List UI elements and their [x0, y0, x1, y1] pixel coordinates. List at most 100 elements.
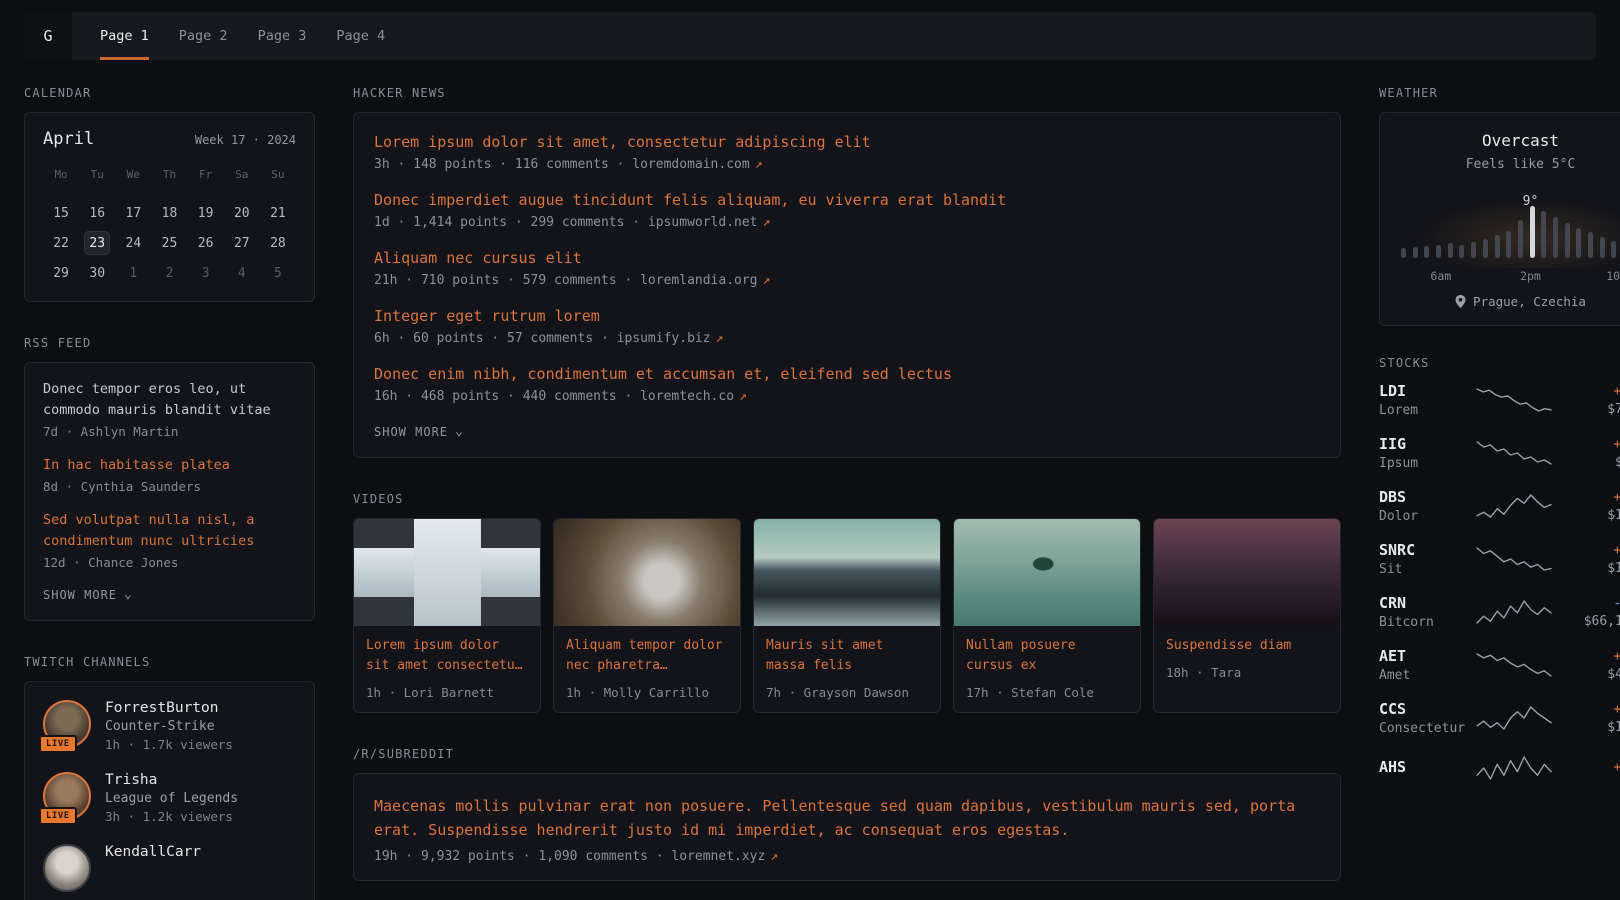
stock-sparkline-chart — [1476, 438, 1554, 468]
stock-row[interactable]: CRN Bitcorn -1.00% $66,171.48 — [1379, 594, 1620, 630]
video-card[interactable]: Nullam posuere cursus ex 17h · Stefan Co… — [953, 518, 1141, 713]
video-thumbnail[interactable] — [1154, 519, 1340, 626]
reddit-post-title[interactable]: Maecenas mollis pulvinar erat non posuer… — [374, 794, 1320, 842]
external-link-icon[interactable]: ↗ — [739, 389, 747, 404]
video-title[interactable]: Suspendisse diam — [1166, 636, 1328, 656]
video-card[interactable]: Mauris sit amet massa felis 7h · Grayson… — [753, 518, 941, 713]
weather-location-text: Prague, Czechia — [1473, 294, 1586, 309]
weather-bar — [1471, 242, 1476, 258]
external-link-icon[interactable]: ↗ — [716, 331, 724, 346]
video-thumbnail[interactable] — [754, 519, 940, 626]
video-title[interactable]: Mauris sit amet massa felis — [766, 636, 928, 676]
weather-feels-like: Feels like 5°C — [1396, 157, 1620, 172]
page-tab[interactable]: Page 1 — [100, 12, 149, 60]
stock-row[interactable]: CCS Consectetur +0.51% $165.84 — [1379, 700, 1620, 736]
twitch-card: LIVE ForrestBurton Counter-Strike 1h · 1… — [24, 681, 315, 900]
rss-heading: RSS FEED — [24, 336, 315, 350]
reddit-post-meta: 19h · 9,932 points · 1,090 comments · lo… — [374, 849, 1320, 864]
video-card[interactable]: Suspendisse diam 18h · Tara — [1153, 518, 1341, 713]
twitch-channel-row[interactable]: KendallCarr — [43, 844, 296, 892]
video-card[interactable]: Lorem ipsum dolor sit amet consectetu… 1… — [353, 518, 541, 713]
stock-symbol: DBS — [1379, 488, 1466, 506]
rss-item-title[interactable]: Sed volutpat nulla nisl, a condimentum n… — [43, 510, 296, 552]
channel-name[interactable]: KendallCarr — [105, 844, 201, 860]
calendar-day-cell: 5 — [260, 259, 296, 287]
calendar-month: April — [43, 129, 94, 149]
stock-change-percent: +2.84% — [1564, 436, 1620, 452]
twitch-channel-row[interactable]: LIVE Trisha League of Legends 3h · 1.2k … — [43, 772, 296, 824]
stock-symbol: AHS — [1379, 758, 1466, 776]
calendar-dow-label: Th — [151, 163, 187, 185]
rss-item-meta: 8d · Cynthia Saunders — [43, 479, 296, 494]
hn-item-title[interactable]: Donec imperdiet augue tincidunt felis al… — [374, 191, 1320, 209]
weather-bar — [1436, 245, 1441, 258]
avatar[interactable]: LIVE — [43, 700, 91, 748]
channel-viewers: 3h · 1.2k viewers — [105, 809, 238, 824]
channel-game: Counter-Strike — [105, 719, 233, 734]
stock-symbol: AET — [1379, 647, 1466, 665]
hn-item-title[interactable]: Integer eget rutrum lorem — [374, 307, 1320, 325]
video-title[interactable]: Aliquam tempor dolor nec pharetra… — [566, 636, 728, 676]
stocks-heading: STOCKS — [1379, 356, 1620, 370]
video-meta: 18h · Tara — [1166, 665, 1328, 680]
calendar-section: CALENDAR April Week 17 · 2024 MoTuWeThFr… — [24, 86, 315, 302]
video-card[interactable]: Aliquam tempor dolor nec pharetra… 1h · … — [553, 518, 741, 713]
weather-bar — [1448, 243, 1453, 258]
video-thumbnail[interactable] — [554, 519, 740, 626]
stock-sparkline-chart — [1476, 703, 1554, 733]
hn-item-meta: 3h · 148 points · 116 comments · loremdo… — [374, 157, 1320, 172]
stock-name: Dolor — [1379, 509, 1466, 524]
channel-name[interactable]: Trisha — [105, 772, 238, 788]
stock-price: $795.18 — [1564, 402, 1620, 417]
calendar-dow-label: Sa — [224, 163, 260, 185]
page-tab[interactable]: Page 2 — [179, 12, 228, 60]
hn-item-title[interactable]: Lorem ipsum dolor sit amet, consectetur … — [374, 133, 1320, 151]
video-thumbnail[interactable] — [354, 519, 540, 626]
hn-show-more-button[interactable]: SHOW MORE ⌄ — [374, 423, 1320, 445]
stock-row[interactable]: AET Amet +0.92% $499.72 — [1379, 647, 1620, 683]
calendar-dow-label: Su — [260, 163, 296, 185]
video-title[interactable]: Nullam posuere cursus ex — [966, 636, 1128, 676]
twitch-channel-row[interactable]: LIVE ForrestBurton Counter-Strike 1h · 1… — [43, 700, 296, 752]
calendar-day-cell: 18 — [151, 199, 187, 227]
app-logo[interactable]: G — [24, 12, 72, 60]
stock-price: $42.04 — [1564, 455, 1620, 470]
hacker-news-heading: HACKER NEWS — [353, 86, 1341, 100]
stock-row[interactable]: LDI Lorem +4.35% $795.18 — [1379, 382, 1620, 418]
stock-row[interactable]: SNRC Sit +1.36% $148.64 — [1379, 541, 1620, 577]
rss-item-title[interactable]: In hac habitasse platea — [43, 455, 296, 476]
hacker-news-card: Lorem ipsum dolor sit amet, consectetur … — [353, 112, 1341, 458]
video-meta: 17h · Stefan Cole — [966, 685, 1128, 700]
avatar[interactable]: LIVE — [43, 772, 91, 820]
stock-price: $156.28 — [1564, 508, 1620, 523]
channel-name[interactable]: ForrestBurton — [105, 700, 233, 716]
rss-item-title[interactable]: Donec tempor eros leo, ut commodo mauris… — [43, 379, 296, 421]
weather-bar — [1565, 223, 1570, 258]
page-tab[interactable]: Page 4 — [336, 12, 385, 60]
rss-section: RSS FEED Donec tempor eros leo, ut commo… — [24, 336, 315, 621]
hn-item-title[interactable]: Donec enim nibh, condimentum et accumsan… — [374, 365, 1320, 383]
external-link-icon[interactable]: ↗ — [763, 215, 771, 230]
video-title[interactable]: Lorem ipsum dolor sit amet consectetu… — [366, 636, 528, 676]
external-link-icon[interactable]: ↗ — [770, 849, 778, 864]
stock-row[interactable]: IIG Ipsum +2.84% $42.04 — [1379, 435, 1620, 471]
weather-bar — [1424, 246, 1429, 258]
stock-change-percent: +0.92% — [1564, 648, 1620, 664]
external-link-icon[interactable]: ↗ — [763, 273, 771, 288]
weather-bar — [1518, 220, 1523, 258]
rss-show-more-button[interactable]: SHOW MORE ⌄ — [43, 586, 296, 608]
page-tab[interactable]: Page 3 — [258, 12, 307, 60]
stock-change-percent: -1.00% — [1564, 595, 1620, 611]
calendar-dow-label: Mo — [43, 163, 79, 185]
weather-bar — [1401, 248, 1406, 258]
avatar[interactable] — [43, 844, 91, 892]
external-link-icon[interactable]: ↗ — [755, 157, 763, 172]
hn-item-title[interactable]: Aliquam nec cursus elit — [374, 249, 1320, 267]
stock-sparkline-chart — [1476, 753, 1554, 783]
hn-item-meta: 1d · 1,414 points · 299 comments · ipsum… — [374, 215, 1320, 230]
stock-row[interactable]: DBS Dolor +1.42% $156.28 — [1379, 488, 1620, 524]
video-thumbnail[interactable] — [954, 519, 1140, 626]
stock-name: Lorem — [1379, 403, 1466, 418]
stock-row[interactable]: AHS +0.46% — [1379, 753, 1620, 783]
rss-item: Donec tempor eros leo, ut commodo mauris… — [43, 379, 296, 439]
